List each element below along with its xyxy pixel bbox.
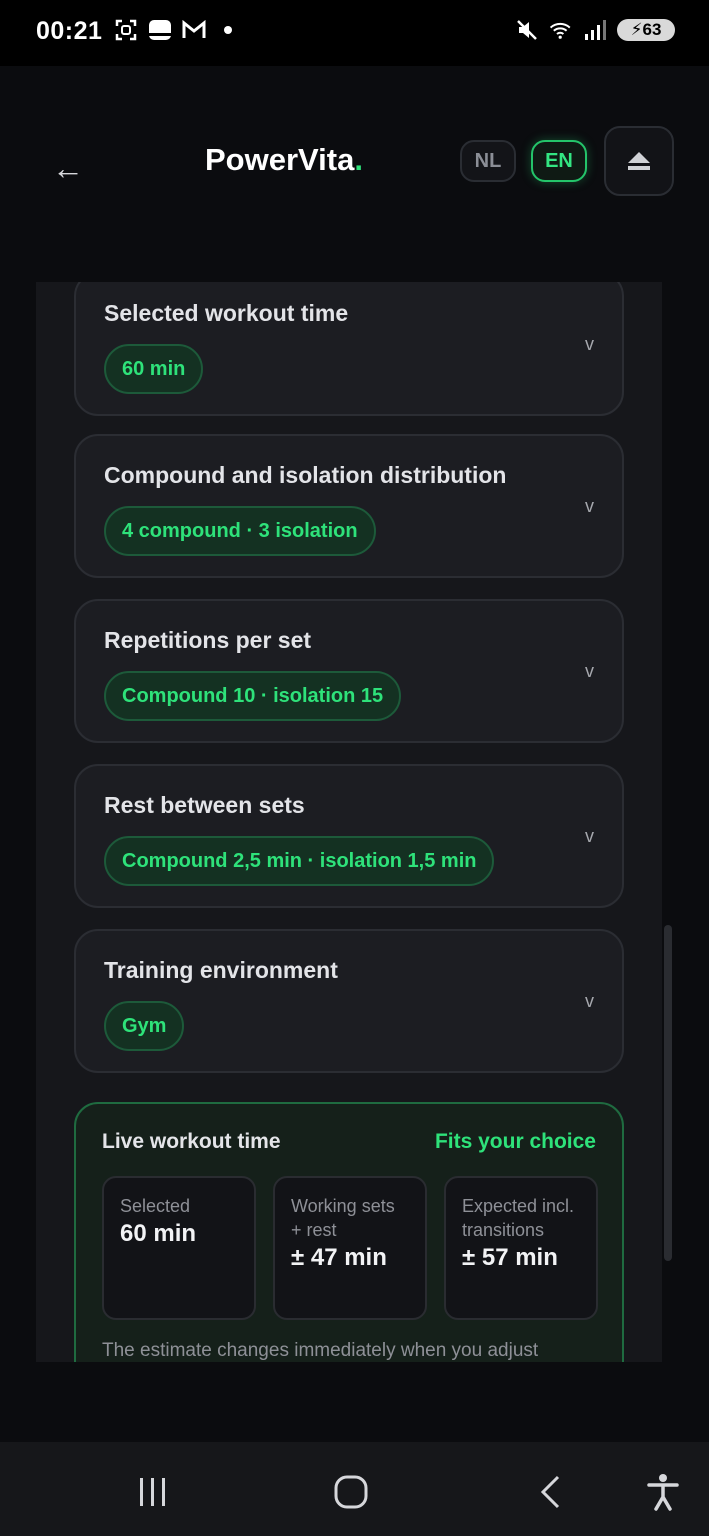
system-nav-bar xyxy=(0,1442,709,1536)
card-title: Selected workout time xyxy=(104,300,349,326)
chevron-down-icon[interactable]: v xyxy=(585,334,594,355)
card-environment[interactable]: Training environment Gym v xyxy=(74,929,624,1073)
home-button[interactable] xyxy=(331,1472,371,1512)
app-icon xyxy=(148,18,172,42)
mute-icon xyxy=(515,18,539,42)
live-workout-card: Live workout time Fits your choice Selec… xyxy=(74,1102,624,1362)
recent-apps-button[interactable] xyxy=(133,1472,173,1512)
card-value-pill: Compound 10 · isolation 15 xyxy=(104,671,402,721)
card-compound-isolation[interactable]: Compound and isolation distribution 4 co… xyxy=(74,434,624,578)
settings-panel: Selected workout time 60 min v Compound … xyxy=(36,282,662,1362)
stat-selected: Selected 60 min xyxy=(102,1176,256,1320)
status-icons-left xyxy=(114,18,240,42)
chevron-down-icon[interactable]: v xyxy=(585,496,594,517)
card-workout-time[interactable]: Selected workout time 60 min v xyxy=(74,282,624,416)
card-value-pill: Compound 2,5 min · isolation 1,5 min xyxy=(104,836,495,886)
language-nl-button[interactable]: NL xyxy=(460,140,516,182)
card-repetitions[interactable]: Repetitions per set Compound 10 · isolat… xyxy=(74,599,624,743)
wifi-icon xyxy=(549,18,573,42)
home-icon xyxy=(334,1475,368,1509)
stat-value: ± 57 min xyxy=(462,1244,558,1271)
brand-name: PowerVita xyxy=(205,142,355,177)
battery-level: 63 xyxy=(642,20,662,39)
app-header: ← PowerVita. NL EN xyxy=(0,66,709,282)
status-bar: 00:21 ⚡ 63 xyxy=(0,0,709,66)
dot-icon xyxy=(216,18,240,42)
back-nav-button[interactable] xyxy=(530,1472,570,1512)
stat-value: ± 47 min xyxy=(291,1244,387,1271)
status-icons-right: ⚡ 63 xyxy=(515,18,675,42)
back-icon xyxy=(540,1475,560,1509)
stat-working-sets: Working sets + rest ± 47 min xyxy=(273,1176,427,1320)
card-value-pill: Gym xyxy=(104,1001,185,1051)
logout-button[interactable] xyxy=(604,126,674,196)
recent-apps-icon xyxy=(140,1478,165,1506)
status-badge: Fits your choice xyxy=(434,1130,596,1153)
stat-value: 60 min xyxy=(120,1220,197,1247)
stat-label: Expected incl. transitions xyxy=(462,1196,575,1240)
live-title: Live workout time xyxy=(102,1130,281,1153)
scrollbar[interactable] xyxy=(664,925,672,1261)
battery-icon: ⚡ 63 xyxy=(617,19,675,41)
card-title: Repetitions per set xyxy=(104,627,312,653)
accessibility-button[interactable] xyxy=(643,1472,683,1512)
brand-logo: PowerVita. xyxy=(205,142,363,178)
status-time: 00:21 xyxy=(36,17,103,45)
brand-dot: . xyxy=(354,142,363,177)
card-title: Rest between sets xyxy=(104,792,305,818)
live-note: The estimate changes immediately when yo… xyxy=(102,1340,539,1361)
card-value-pill: 4 compound · 3 isolation xyxy=(104,506,376,556)
chevron-down-icon[interactable]: v xyxy=(585,991,594,1012)
accessibility-icon xyxy=(647,1474,679,1511)
card-title: Training environment xyxy=(104,957,338,983)
card-value-pill: 60 min xyxy=(104,344,204,394)
stat-label: Selected xyxy=(120,1196,191,1216)
gmail-icon xyxy=(182,18,206,42)
stat-expected: Expected incl. transitions ± 57 min xyxy=(444,1176,598,1320)
card-rest[interactable]: Rest between sets Compound 2,5 min · iso… xyxy=(74,764,624,908)
chevron-down-icon[interactable]: v xyxy=(585,661,594,682)
eject-icon xyxy=(628,152,650,170)
signal-icon xyxy=(583,18,607,42)
back-button[interactable]: ← xyxy=(52,150,84,187)
card-title: Compound and isolation distribution xyxy=(104,462,507,488)
chevron-down-icon[interactable]: v xyxy=(585,826,594,847)
stat-label: Working sets + rest xyxy=(291,1196,395,1240)
screenshot-icon xyxy=(114,18,138,42)
language-en-button[interactable]: EN xyxy=(531,140,587,182)
